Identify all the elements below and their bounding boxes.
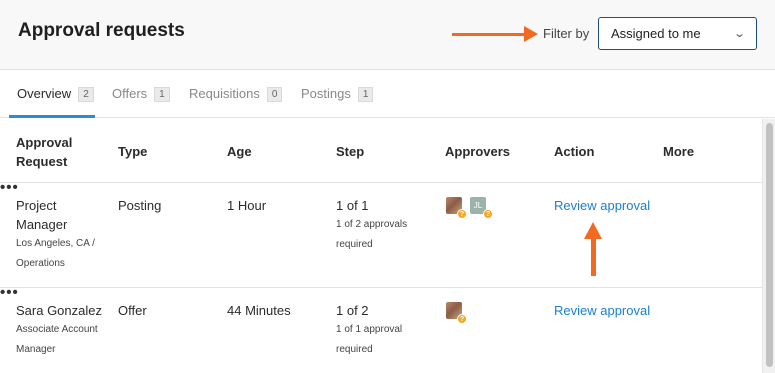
review-approval-link[interactable]: Review approval [554, 196, 650, 215]
tab-postings[interactable]: Postings 1 [301, 86, 374, 118]
tab-label: Requisitions [189, 86, 260, 101]
tab-label: Postings [301, 86, 351, 101]
scrollbar-thumb[interactable] [766, 123, 773, 367]
vertical-scrollbar[interactable] [762, 119, 775, 373]
age-cell: 44 Minutes [227, 303, 291, 318]
tab-count-badge: 1 [154, 87, 170, 102]
type-cell: Offer [118, 303, 147, 318]
step-cell: 1 of 1 1 of 2 approvals required [336, 196, 407, 255]
tab-label: Offers [112, 86, 148, 101]
review-approval-link[interactable]: Review approval [554, 301, 650, 320]
request-subtitle: Associate Account [16, 324, 98, 335]
column-header-action: Action [554, 144, 595, 159]
request-title[interactable]: Sara Gonzalez [16, 301, 102, 320]
step-requirement: required [336, 239, 373, 250]
column-header-line: Approval [16, 135, 73, 150]
tab-count-badge: 0 [266, 87, 283, 102]
step-requirement: required [336, 344, 373, 355]
request-subtitle: Los Angeles, CA / [16, 238, 95, 249]
column-header-step[interactable]: Step [336, 142, 364, 161]
column-header-type[interactable]: Type [118, 142, 147, 161]
tab-offers[interactable]: Offers 1 [112, 86, 170, 118]
request-title[interactable]: Project [16, 196, 95, 215]
column-header-approval-request[interactable]: Approval Request [16, 133, 72, 171]
page-header: Approval requests Filter by Assigned to … [0, 0, 775, 70]
age-cell: 1 Hour [227, 198, 267, 213]
column-header-approvers: Approvers [445, 144, 511, 159]
filter-dropdown[interactable]: Assigned to me ⌄ [598, 17, 757, 50]
annotation-arrow-up-icon [584, 222, 602, 276]
tab-overview[interactable]: Overview 2 [17, 86, 94, 118]
request-title[interactable]: Manager [16, 215, 95, 234]
column-header-more: More [663, 144, 695, 159]
chevron-down-icon: ⌄ [732, 28, 746, 40]
step-requirement: 1 of 1 approval [336, 324, 403, 335]
step-requirement: 1 of 2 approvals [336, 219, 408, 230]
request-subtitle: Operations [16, 258, 65, 269]
tab-bar: Overview 2 Offers 1 Requisitions 0 Posti… [0, 70, 775, 118]
more-actions-icon[interactable]: ••• [0, 285, 762, 300]
more-actions-icon[interactable]: ••• [0, 180, 762, 195]
request-cell: Project Manager Los Angeles, CA / Operat… [16, 196, 95, 274]
step-value: 1 of 1 [336, 198, 369, 213]
table-row: Sara Gonzalez Associate Account Manager … [0, 285, 762, 373]
pending-badge-icon: ? [457, 209, 467, 219]
tab-requisitions[interactable]: Requisitions 0 [189, 86, 283, 118]
column-header-line: Request [16, 154, 68, 169]
step-cell: 1 of 2 1 of 1 approval required [336, 301, 402, 360]
step-value: 1 of 2 [336, 303, 369, 318]
table-row: Project Manager Los Angeles, CA / Operat… [0, 180, 762, 288]
tab-count-badge: 2 [78, 87, 94, 102]
tab-count-badge: 1 [357, 87, 374, 102]
request-cell: Sara Gonzalez Associate Account Manager [16, 301, 102, 360]
pending-badge-icon: ? [457, 314, 467, 324]
page-title: Approval requests [18, 20, 185, 41]
active-tab-indicator [9, 115, 95, 118]
column-header-age[interactable]: Age [227, 142, 252, 161]
annotation-arrow-right-icon [452, 26, 538, 42]
pending-badge-icon: ? [483, 209, 493, 219]
request-subtitle: Manager [16, 344, 56, 355]
filter-label: Filter by [543, 26, 590, 41]
filter-dropdown-value: Assigned to me [611, 26, 701, 41]
type-cell: Posting [118, 198, 162, 213]
table-header-row: Approval Request Type Age Step Approvers… [0, 119, 762, 183]
tab-label: Overview [17, 86, 72, 101]
